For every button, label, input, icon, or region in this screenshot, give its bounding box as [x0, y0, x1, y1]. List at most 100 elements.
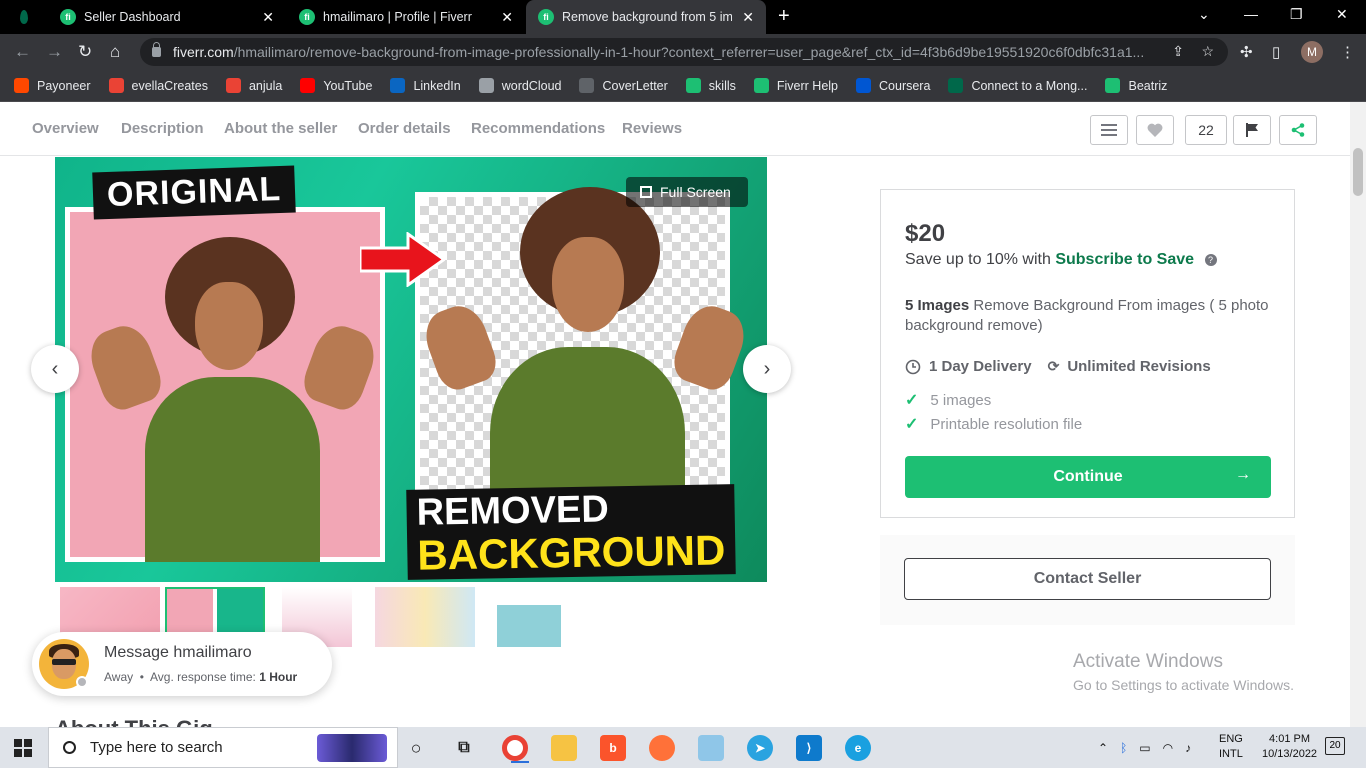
- bookmark-icon: [390, 78, 406, 93]
- wifi-icon[interactable]: ◠: [1163, 741, 1173, 755]
- extensions-puzzle-icon[interactable]: ✣: [1240, 43, 1253, 61]
- firefox-icon[interactable]: [649, 735, 675, 761]
- tab-search-chevron-icon[interactable]: ⌄: [1198, 6, 1210, 23]
- check-icon: ✓: [905, 392, 919, 409]
- bookmark-label: Connect to a Mong...: [971, 78, 1088, 93]
- forward-arrow-icon[interactable]: →: [46, 42, 63, 62]
- list-icon: [1101, 124, 1117, 136]
- full-screen-button[interactable]: Full Screen: [626, 177, 748, 207]
- home-icon[interactable]: ⌂: [110, 42, 120, 62]
- new-tab-button[interactable]: +: [778, 5, 790, 28]
- message-seller-title: Message hmailimaro: [104, 644, 252, 661]
- profile-avatar[interactable]: M: [1301, 41, 1323, 63]
- vscode-icon[interactable]: ⟩: [796, 735, 822, 761]
- clock-icon: [905, 359, 921, 374]
- telegram-icon[interactable]: ➤: [747, 735, 773, 761]
- report-flag-button[interactable]: [1233, 115, 1271, 145]
- taskbar-search-input[interactable]: Type here to search: [48, 727, 398, 768]
- feature-item: ✓ Printable resolution file: [905, 415, 1083, 434]
- tab-mongodb[interactable]: [0, 0, 50, 34]
- bookmark-label: wordCloud: [501, 78, 562, 93]
- gallery-prev-button[interactable]: ‹: [31, 345, 79, 393]
- more-menu-icon[interactable]: ⋮: [1340, 43, 1355, 61]
- nav-order-details[interactable]: Order details: [358, 120, 451, 137]
- bookmark-item[interactable]: Connect to a Mong...: [948, 78, 1087, 93]
- notifications-icon[interactable]: 20: [1325, 737, 1345, 755]
- app-icon[interactable]: [698, 735, 724, 761]
- minimize-button[interactable]: —: [1244, 6, 1258, 22]
- gallery-thumbnail[interactable]: [375, 587, 475, 647]
- nav-description[interactable]: Description: [121, 120, 204, 137]
- windows-start-icon[interactable]: [14, 739, 32, 757]
- cortana-icon[interactable]: ○: [403, 735, 429, 761]
- package-card: $20 Save up to 10% with Subscribe to Sav…: [880, 189, 1295, 518]
- bookmark-label: CoverLetter: [602, 78, 668, 93]
- side-panel-icon[interactable]: ▯: [1272, 43, 1280, 61]
- bookmark-item[interactable]: Payoneer: [14, 78, 91, 93]
- bookmark-item[interactable]: YouTube: [300, 78, 372, 93]
- address-bar[interactable]: fiverr.com/hmailimaro/remove-background-…: [140, 38, 1228, 66]
- bookmark-item[interactable]: Coursera: [856, 78, 930, 93]
- gallery-next-button[interactable]: ›: [743, 345, 791, 393]
- tab-active-gig[interactable]: fi Remove background from 5 images ✕: [526, 0, 766, 34]
- tab-profile[interactable]: fi hmailimaro | Profile | Fiverr ✕: [287, 0, 525, 34]
- page-scrollbar[interactable]: [1350, 102, 1366, 727]
- close-icon[interactable]: ✕: [501, 9, 513, 26]
- task-view-icon[interactable]: ⧉: [451, 735, 477, 761]
- back-arrow-icon[interactable]: ←: [14, 42, 31, 62]
- bookmark-icon: [14, 78, 29, 93]
- reload-icon[interactable]: ↻: [78, 42, 92, 62]
- chevron-up-icon[interactable]: ⌃: [1098, 741, 1108, 755]
- gig-page: Overview Description About the seller Or…: [0, 102, 1366, 727]
- continue-button[interactable]: Continue →: [905, 456, 1271, 498]
- original-photo-frame: [65, 207, 385, 562]
- bookmark-item[interactable]: Beatriz: [1105, 78, 1167, 93]
- bookmark-item[interactable]: skills: [685, 78, 736, 93]
- subscribe-to-save-link[interactable]: Subscribe to Save: [1055, 251, 1194, 268]
- package-price: $20: [905, 220, 946, 247]
- tab-seller-dashboard[interactable]: fi Seller Dashboard ✕: [48, 0, 286, 34]
- gallery-thumbnail[interactable]: [497, 587, 561, 647]
- share-button[interactable]: [1279, 115, 1317, 145]
- bookmark-item[interactable]: CoverLetter: [579, 78, 668, 93]
- refresh-icon: ⟳: [1047, 358, 1060, 374]
- volume-icon[interactable]: ♪: [1185, 741, 1191, 755]
- nav-recommendations[interactable]: Recommendations: [471, 120, 605, 137]
- bookmark-icon: [856, 78, 872, 93]
- nav-overview[interactable]: Overview: [32, 120, 99, 137]
- collections-menu-button[interactable]: [1090, 115, 1128, 145]
- battery-icon[interactable]: ▭: [1139, 741, 1150, 755]
- chrome-icon[interactable]: [502, 735, 529, 763]
- bookmark-item[interactable]: anjula: [225, 78, 282, 93]
- bookmark-star-icon[interactable]: ☆: [1201, 43, 1214, 60]
- help-question-icon[interactable]: ?: [1204, 253, 1217, 266]
- bookmark-item[interactable]: Fiverr Help: [753, 78, 838, 93]
- maximize-button[interactable]: ❐: [1290, 6, 1303, 23]
- contact-seller-button[interactable]: Contact Seller: [904, 558, 1271, 600]
- language-indicator[interactable]: ENG INTL: [1219, 732, 1243, 762]
- bookmark-label: Coursera: [879, 78, 931, 93]
- share-icon[interactable]: ⇪: [1172, 43, 1184, 60]
- browser-toolbar: ← → ↻ ⌂ fiverr.com/hmailimaro/remove-bac…: [0, 34, 1366, 70]
- flag-icon: [1246, 123, 1258, 137]
- bookmark-item[interactable]: evellaCreates: [108, 78, 208, 93]
- nav-reviews[interactable]: Reviews: [622, 120, 682, 137]
- nav-about-seller[interactable]: About the seller: [224, 120, 337, 137]
- close-icon[interactable]: ✕: [742, 9, 754, 26]
- taskbar-clock[interactable]: 4:01 PM 10/13/2022: [1262, 732, 1317, 762]
- edge-icon[interactable]: e: [845, 735, 871, 761]
- bookmark-item[interactable]: wordCloud: [478, 78, 562, 93]
- gig-image-gallery[interactable]: ORIGINAL REMOVED BACKGROUND Full Screen: [55, 157, 767, 582]
- bookmark-label: evellaCreates: [131, 78, 208, 93]
- seller-response-info: Away • Avg. response time: 1 Hour: [104, 670, 298, 684]
- close-window-button[interactable]: ✕: [1336, 6, 1348, 23]
- bluetooth-icon[interactable]: ᛒ: [1120, 741, 1127, 755]
- close-icon[interactable]: ✕: [262, 9, 274, 26]
- file-explorer-icon[interactable]: [551, 735, 577, 761]
- bookmark-label: skills: [708, 78, 736, 93]
- windows-taskbar: Type here to search ○ ⧉ b ➤ ⟩ e ⌃ ᛒ ▭ ◠ …: [0, 727, 1366, 768]
- brave-icon[interactable]: b: [600, 735, 626, 761]
- message-seller-pill[interactable]: Message hmailimaro Away • Avg. response …: [32, 632, 332, 696]
- save-heart-button[interactable]: [1136, 115, 1174, 145]
- bookmark-item[interactable]: LinkedIn: [390, 78, 461, 93]
